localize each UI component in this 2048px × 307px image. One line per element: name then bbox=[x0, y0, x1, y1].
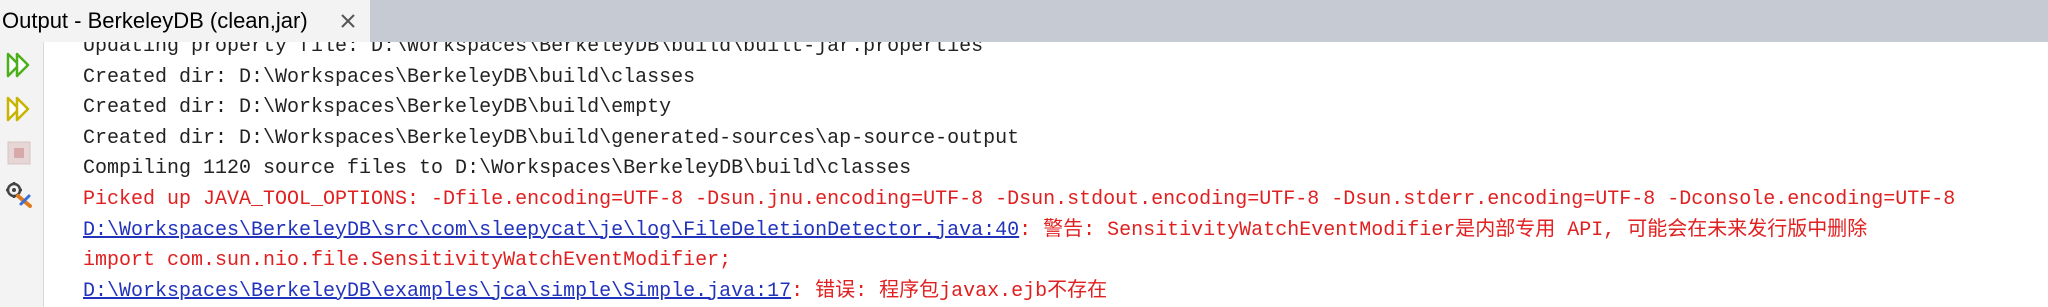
tab-title: Output - BerkeleyDB (clean,jar) bbox=[2, 8, 308, 33]
tab-output-berkeleydb[interactable]: Output - BerkeleyDB (clean,jar) bbox=[0, 0, 370, 42]
settings-icon[interactable] bbox=[4, 180, 34, 210]
output-line-warning: Picked up JAVA_TOOL_OPTIONS: -Dfile.enco… bbox=[83, 187, 1956, 211]
source-file-link[interactable]: D:\Workspaces\BerkeleyDB\src\com\sleepyc… bbox=[83, 219, 1019, 242]
output-line-import: import com.sun.nio.file.SensitivityWatch… bbox=[83, 249, 732, 273]
tab-strip: Output - BerkeleyDB (clean,jar) bbox=[0, 0, 2048, 42]
rerun-icon[interactable] bbox=[4, 50, 34, 80]
output-line: Created dir: D:\Workspaces\BerkeleyDB\bu… bbox=[83, 96, 672, 120]
source-file-link[interactable]: D:\Workspaces\BerkeleyDB\examples\jca\si… bbox=[83, 280, 791, 303]
error-message: : 错误: 程序包javax.ejb不存在 bbox=[791, 279, 1108, 303]
output-line-compiler-error: D:\Workspaces\BerkeleyDB\examples\jca\si… bbox=[83, 277, 1955, 307]
output-line: Created dir: D:\Workspaces\BerkeleyDB\bu… bbox=[83, 65, 696, 89]
output-toolbar bbox=[0, 42, 44, 307]
stop-icon[interactable] bbox=[4, 138, 34, 168]
close-icon[interactable] bbox=[338, 11, 358, 31]
output-line: Compiling 1120 source files to D:\Worksp… bbox=[83, 157, 912, 181]
rerun-with-options-icon[interactable] bbox=[4, 94, 34, 124]
output-lines: Updating property file: D:\Workspaces\Be… bbox=[83, 42, 1955, 307]
output-line: Updating property file: D:\Workspaces\Be… bbox=[83, 42, 984, 58]
output-window: Output - BerkeleyDB (clean,jar) Updating… bbox=[0, 0, 2048, 307]
output-pane[interactable]: Updating property file: D:\Workspaces\Be… bbox=[44, 42, 2048, 307]
warning-message: : 警告: SensitivityWatchEventModifier是内部专用… bbox=[1019, 218, 1868, 242]
output-line-compiler-warning: D:\Workspaces\BerkeleyDB\src\com\sleepyc… bbox=[83, 216, 1955, 247]
output-line: Created dir: D:\Workspaces\BerkeleyDB\bu… bbox=[83, 126, 1020, 150]
